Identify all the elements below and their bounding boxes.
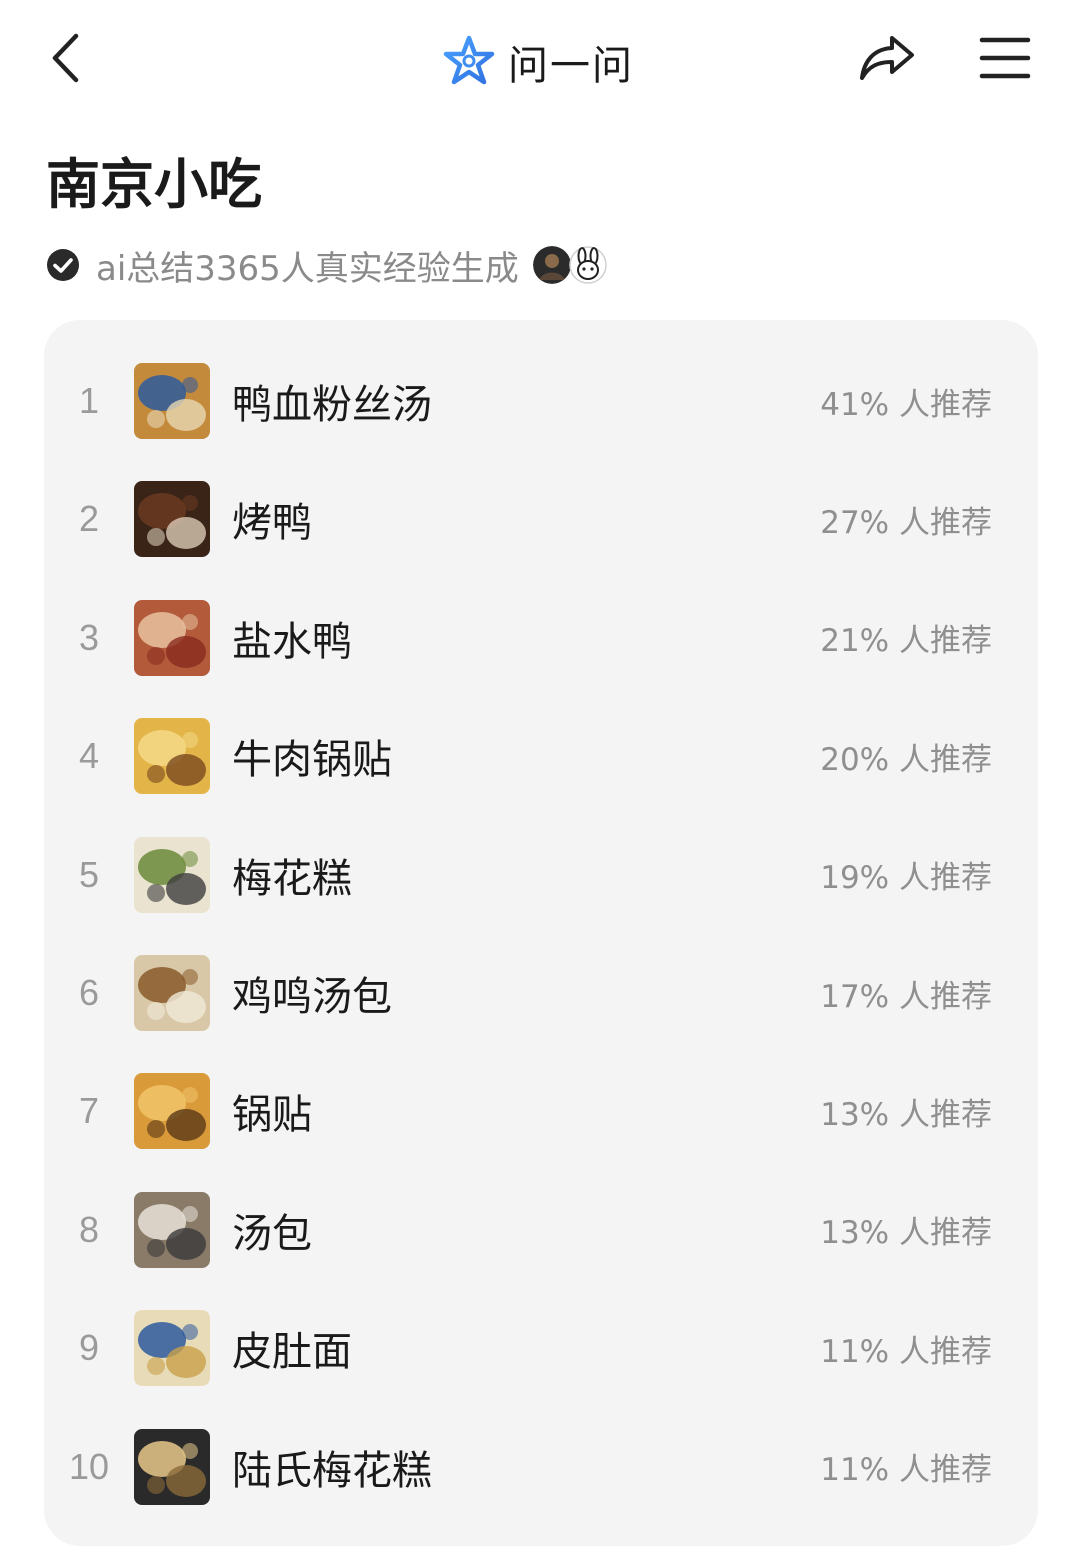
list-item[interactable]: 6 鸡鸣汤包 17% 人推荐 bbox=[44, 934, 1038, 1052]
recommend-percent: 11% 人推荐 bbox=[820, 1452, 992, 1489]
header-title: 问一问 bbox=[508, 43, 634, 89]
rank-number: 6 bbox=[78, 972, 100, 1013]
food-thumbnail[interactable] bbox=[134, 481, 210, 558]
page-title: 南京小吃 bbox=[46, 153, 262, 216]
rank-number: 2 bbox=[78, 498, 100, 540]
rank-number: 8 bbox=[78, 1208, 100, 1250]
back-button[interactable] bbox=[40, 28, 90, 88]
list-item[interactable]: 3 盐水鸭 21% 人推荐 bbox=[44, 579, 1038, 697]
food-thumbnail[interactable] bbox=[134, 718, 210, 795]
share-arrow-icon bbox=[860, 36, 914, 80]
food-name: 鸭血粉丝汤 bbox=[232, 382, 432, 428]
food-name: 汤包 bbox=[232, 1210, 312, 1257]
food-name: 烤鸭 bbox=[232, 500, 312, 547]
recommend-percent: 41% 人推荐 bbox=[820, 386, 992, 423]
food-thumbnail[interactable] bbox=[134, 955, 210, 1031]
rank-number: 4 bbox=[78, 735, 100, 777]
list-item[interactable]: 4 牛肉锅贴 20% 人推荐 bbox=[44, 697, 1038, 815]
list-item[interactable]: 7 锅贴 13% 人推荐 bbox=[44, 1052, 1038, 1170]
verified-check-icon bbox=[47, 249, 79, 281]
food-thumbnail[interactable] bbox=[134, 1428, 210, 1505]
recommend-percent: 11% 人推荐 bbox=[820, 1333, 992, 1370]
menu-button[interactable] bbox=[972, 28, 1038, 88]
recommend-percent: 27% 人推荐 bbox=[820, 504, 992, 541]
ranking-list-card: 1 鸭血粉丝汤 41% 人推荐 2 烤鸭 27% 人推荐 3 盐水鸭 21% 人推荐 4 牛肉锅贴 2… bbox=[44, 320, 1038, 1546]
food-thumbnail[interactable] bbox=[134, 599, 210, 676]
rank-number: 5 bbox=[78, 853, 100, 895]
page: 问一问 南京小吃 ai总结3365人真实经验生成 1 鸭血粉丝汤 41% 人推荐… bbox=[0, 0, 1080, 1566]
rank-number: 1 bbox=[78, 380, 100, 421]
source-summary-text: ai总结3365人真实经验生成 bbox=[96, 248, 519, 289]
food-name: 锅贴 bbox=[232, 1092, 312, 1139]
recommend-percent: 19% 人推荐 bbox=[820, 860, 992, 897]
source-line: ai总结3365人真实经验生成 bbox=[46, 238, 607, 292]
top-nav-bar: 问一问 bbox=[0, 0, 1080, 120]
food-name: 鸡鸣汤包 bbox=[232, 974, 392, 1020]
avatar[interactable] bbox=[532, 246, 571, 284]
sparkle-star-icon bbox=[440, 33, 498, 91]
list-item[interactable]: 2 烤鸭 27% 人推荐 bbox=[44, 460, 1038, 578]
hamburger-menu-icon bbox=[979, 37, 1031, 79]
recommend-percent: 21% 人推荐 bbox=[820, 623, 992, 660]
food-name: 梅花糕 bbox=[232, 855, 352, 902]
recommend-percent: 13% 人推荐 bbox=[820, 1215, 992, 1252]
list-item[interactable]: 1 鸭血粉丝汤 41% 人推荐 bbox=[44, 342, 1038, 460]
list-item[interactable]: 9 皮肚面 11% 人推荐 bbox=[44, 1289, 1038, 1407]
food-name: 陆氏梅花糕 bbox=[232, 1447, 432, 1494]
share-button[interactable] bbox=[852, 28, 922, 88]
list-item[interactable]: 5 梅花糕 19% 人推荐 bbox=[44, 816, 1038, 934]
food-thumbnail[interactable] bbox=[134, 1073, 210, 1150]
food-thumbnail[interactable] bbox=[134, 836, 210, 913]
recommend-percent: 20% 人推荐 bbox=[820, 741, 992, 778]
chevron-left-icon bbox=[52, 33, 79, 83]
food-name: 皮肚面 bbox=[232, 1329, 352, 1376]
food-thumbnail[interactable] bbox=[134, 1191, 210, 1268]
rank-number: 9 bbox=[78, 1327, 100, 1369]
recommend-percent: 13% 人推荐 bbox=[820, 1096, 992, 1133]
recommend-percent: 17% 人推荐 bbox=[820, 978, 992, 1015]
rank-number: 3 bbox=[78, 616, 100, 658]
food-thumbnail[interactable] bbox=[134, 1310, 210, 1387]
list-item[interactable]: 8 汤包 13% 人推荐 bbox=[44, 1171, 1038, 1289]
food-thumbnail[interactable] bbox=[134, 363, 210, 439]
list-item[interactable]: 10 陆氏梅花糕 11% 人推荐 bbox=[44, 1408, 1038, 1526]
rank-number: 10 bbox=[68, 1445, 110, 1487]
food-name: 盐水鸭 bbox=[232, 618, 352, 665]
rank-number: 7 bbox=[78, 1090, 100, 1132]
food-name: 牛肉锅贴 bbox=[232, 737, 392, 784]
avatar[interactable] bbox=[569, 246, 607, 284]
header-title-group: 问一问 bbox=[440, 30, 634, 94]
